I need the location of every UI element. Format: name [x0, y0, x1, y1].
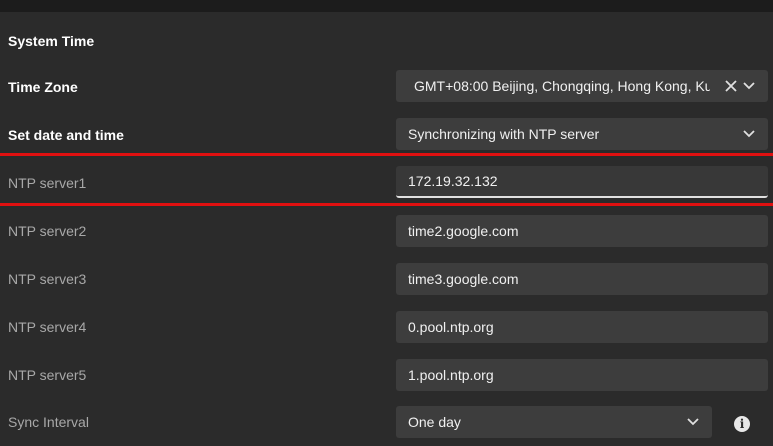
ntp-server3-label: NTP server3 — [8, 271, 87, 287]
clear-icon[interactable] — [724, 70, 738, 102]
date-time-label: Set date and time — [8, 127, 124, 143]
sync-interval-select[interactable]: One day — [396, 406, 712, 438]
highlight-line-top — [0, 153, 773, 156]
time-zone-label: Time Zone — [8, 79, 78, 95]
info-icon[interactable]: i — [734, 416, 750, 432]
ntp-server1-value: 172.19.32.132 — [408, 173, 498, 189]
time-zone-select[interactable]: GMT+08:00 Beijing, Chongqing, Hong Kong,… — [396, 70, 768, 102]
ntp-server1-input[interactable]: 172.19.32.132 — [396, 166, 768, 198]
date-time-select[interactable]: Synchronizing with NTP server — [396, 118, 768, 150]
section-header: System Time — [0, 17, 773, 65]
chevron-down-icon[interactable] — [742, 118, 756, 150]
date-time-value: Synchronizing with NTP server — [408, 126, 600, 142]
sync-interval-label: Sync Interval — [8, 414, 89, 430]
ntp-server2-value: time2.google.com — [408, 223, 519, 239]
chevron-down-icon[interactable] — [742, 70, 756, 102]
ntp-server4-label: NTP server4 — [8, 319, 87, 335]
ntp-server1-label: NTP server1 — [8, 175, 87, 191]
sync-interval-value: One day — [408, 414, 461, 430]
time-zone-value: GMT+08:00 Beijing, Chongqing, Hong Kong,… — [414, 78, 710, 94]
section-title: System Time — [8, 33, 95, 49]
top-bar — [0, 0, 773, 12]
ntp-server5-value: 1.pool.ntp.org — [408, 367, 494, 383]
ntp-server5-input[interactable]: 1.pool.ntp.org — [396, 359, 768, 391]
ntp-server3-value: time3.google.com — [408, 271, 519, 287]
ntp-server3-input[interactable]: time3.google.com — [396, 263, 768, 295]
chevron-down-icon[interactable] — [686, 406, 700, 438]
ntp-server2-label: NTP server2 — [8, 223, 87, 239]
ntp-server2-input[interactable]: time2.google.com — [396, 215, 768, 247]
ntp-server4-value: 0.pool.ntp.org — [408, 319, 494, 335]
ntp-server4-input[interactable]: 0.pool.ntp.org — [396, 311, 768, 343]
ntp-server5-label: NTP server5 — [8, 367, 87, 383]
